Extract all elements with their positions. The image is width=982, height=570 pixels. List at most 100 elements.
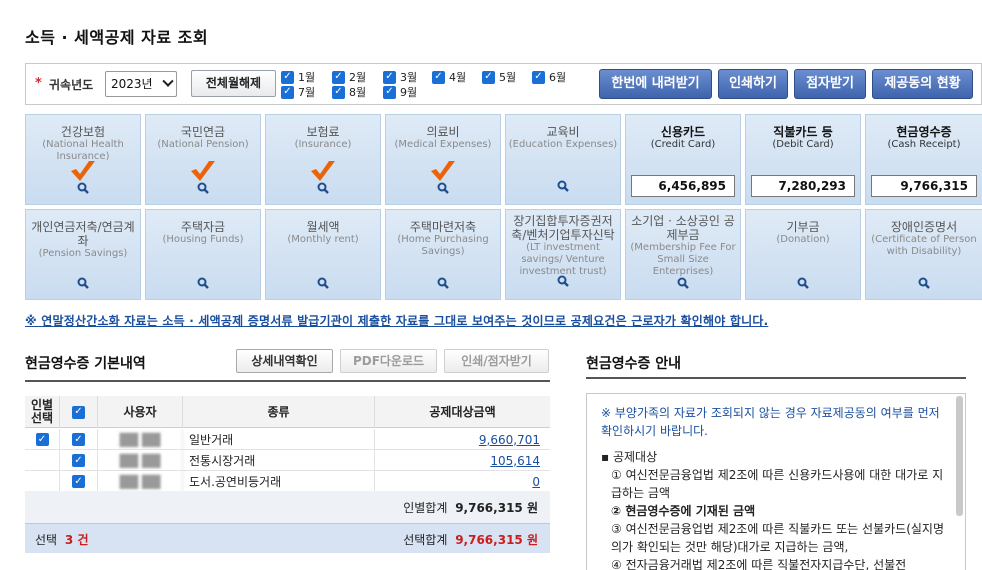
tile-national-pension[interactable]: 국민연금 (National Pension) bbox=[145, 114, 261, 205]
checkbox-checked-icon: ✓ bbox=[281, 85, 294, 99]
download-all-button[interactable]: 한번에 내려받기 bbox=[599, 69, 712, 99]
tile-home-purchasing-savings[interactable]: 주택마련저축 (Home Purchasing Savings) bbox=[385, 209, 501, 300]
scrollbar[interactable] bbox=[956, 396, 963, 516]
print-braille-button[interactable]: 인쇄/점자받기 bbox=[444, 349, 549, 373]
table-row: ✓ ✓ ██ ██ 일반거래 9,660,701 bbox=[25, 429, 550, 450]
guide-item-3: ③ 여신전문금융업법 제2조에 따른 직불카드 또는 선불카드(실지명의가 확인… bbox=[611, 522, 945, 554]
magnifier-icon bbox=[317, 182, 329, 194]
checkbox-checked-icon: ✓ bbox=[35, 433, 49, 446]
row-checkbox[interactable]: ✓ bbox=[60, 471, 98, 492]
credit-card-amount: 6,456,895 bbox=[631, 175, 735, 197]
magnifier-icon bbox=[918, 277, 930, 289]
month-checkbox-8[interactable]: ✓ 8월 bbox=[332, 85, 366, 99]
row-type: 일반거래 bbox=[183, 429, 375, 450]
filter-bar: * 귀속년도 2023년 전체월해제 ✓ 1월 ✓ 2월 ✓ 3월 ✓ 4월 ✓ 5월 ✓… bbox=[25, 63, 982, 105]
checkbox-checked-icon: ✓ bbox=[432, 70, 445, 84]
month-checkbox-4[interactable]: ✓ 4월 bbox=[432, 70, 466, 84]
tile-donation[interactable]: 기부금 (Donation) bbox=[745, 209, 861, 300]
guide-item-2: ② 현금영수증에 기재된 금액 bbox=[611, 504, 756, 518]
table-header: 인별 선택 ✓ 사용자 종류 공제대상금액 bbox=[25, 396, 550, 428]
checkbox-checked-icon: ✓ bbox=[383, 85, 396, 99]
consent-status-button[interactable]: 제공동의 현황 bbox=[872, 69, 973, 99]
month-checkbox-6[interactable]: ✓ 6월 bbox=[532, 70, 566, 84]
row-amount-link[interactable]: 9,660,701 bbox=[479, 433, 540, 447]
tile-disability-certificate[interactable]: 장애인증명서 (Certificate of Person with Disab… bbox=[865, 209, 982, 300]
row-amount-link[interactable]: 105,614 bbox=[490, 454, 540, 468]
tile-housing-funds[interactable]: 주택자금 (Housing Funds) bbox=[145, 209, 261, 300]
tile-cash-receipt[interactable]: 현금영수증 (Cash Receipt) 9,766,315 bbox=[865, 114, 982, 205]
tile-education-expenses[interactable]: 교육비 (Education Expenses) bbox=[505, 114, 621, 205]
magnifier-icon bbox=[677, 277, 689, 289]
section-title-basic: 현금영수증 기본내역 bbox=[25, 356, 146, 372]
guide-list-title: ▪ 공제대상 bbox=[601, 450, 658, 464]
checkbox-checked-icon: ✓ bbox=[332, 70, 345, 84]
checkbox-checked-icon: ✓ bbox=[281, 70, 294, 84]
cash-receipt-amount: 9,766,315 bbox=[871, 175, 977, 197]
chevron-down-icon bbox=[162, 75, 174, 87]
month-checkbox-5[interactable]: ✓ 5월 bbox=[482, 70, 516, 84]
magnifier-icon bbox=[437, 182, 449, 194]
select-label: 선택 bbox=[35, 533, 58, 547]
table-row: ✓ ██ ██ 도서.공연비등거래 0 bbox=[25, 471, 550, 492]
checkbox-checked-icon: ✓ bbox=[532, 70, 545, 84]
tile-small-business-fee[interactable]: 소기업 · 소상공인 공제부금 (Membership Fee For Smal… bbox=[625, 209, 741, 300]
checkbox-checked-icon: ✓ bbox=[383, 70, 396, 84]
row-type: 도서.공연비등거래 bbox=[183, 471, 375, 492]
header-type: 종류 bbox=[183, 396, 375, 428]
guide-item-4: ④ 전자금융거래법 제2조에 따른 직불전자지급수단, 선불전 bbox=[611, 558, 907, 570]
row-type: 전통시장거래 bbox=[183, 450, 375, 471]
tile-health-insurance[interactable]: 건강보험 (National Health Insurance) bbox=[25, 114, 141, 205]
magnifier-icon bbox=[797, 277, 809, 289]
guide-item-1: ① 여신전문금융업법 제2조에 따른 신용카드사용에 대한 대가로 지급하는 금… bbox=[611, 468, 944, 500]
row-checkbox[interactable]: ✓ bbox=[60, 429, 98, 450]
header-user: 사용자 bbox=[98, 396, 183, 428]
checkbox-checked-icon: ✓ bbox=[72, 475, 85, 488]
magnifier-icon bbox=[557, 275, 569, 287]
clear-months-button[interactable]: 전체월해제 bbox=[191, 70, 276, 97]
magnifier-icon bbox=[197, 277, 209, 289]
person-total-value: 9,766,315 원 bbox=[455, 501, 538, 515]
row-checkbox[interactable]: ✓ bbox=[60, 450, 98, 471]
required-mark: * bbox=[35, 76, 42, 91]
guide-box: ※ 부양가족의 자료가 조회되지 않는 경우 자료제공동의 여부를 먼저 확인하… bbox=[586, 393, 966, 570]
page-title: 소득 · 세액공제 자료 조회 bbox=[25, 28, 209, 47]
pdf-download-button[interactable]: PDF다운로드 bbox=[340, 349, 437, 373]
magnifier-icon bbox=[77, 277, 89, 289]
row-amount-link[interactable]: 0 bbox=[532, 475, 540, 489]
tile-debit-card[interactable]: 직불카드 등 (Debit Card) 7,280,293 bbox=[745, 114, 861, 205]
guide-divider bbox=[586, 377, 966, 379]
tile-credit-card[interactable]: 신용카드 (Credit Card) 6,456,895 bbox=[625, 114, 741, 205]
month-checkbox-7[interactable]: ✓ 7월 bbox=[281, 85, 315, 99]
year-select-value: 2023년 bbox=[111, 77, 153, 91]
tile-insurance[interactable]: 보험료 (Insurance) bbox=[265, 114, 381, 205]
row-user: ██ ██ bbox=[98, 429, 183, 450]
section-title-guide: 현금영수증 안내 bbox=[586, 356, 682, 372]
header-checkbox[interactable]: ✓ bbox=[60, 396, 98, 428]
magnifier-icon bbox=[77, 182, 89, 194]
year-select[interactable]: 2023년 bbox=[105, 71, 177, 97]
month-checkbox-3[interactable]: ✓ 3월 bbox=[383, 70, 417, 84]
select-total-label: 선택합계 bbox=[403, 533, 448, 547]
section-divider bbox=[25, 380, 550, 382]
month-checkbox-2[interactable]: ✓ 2월 bbox=[332, 70, 366, 84]
row-person-checkbox[interactable]: ✓ bbox=[25, 429, 60, 450]
table-row: ✓ ██ ██ 전통시장거래 105,614 bbox=[25, 450, 550, 471]
row-user: ██ ██ bbox=[98, 450, 183, 471]
checkbox-checked-icon: ✓ bbox=[72, 405, 85, 419]
checkbox-checked-icon: ✓ bbox=[332, 85, 345, 99]
notice-text: ※ 연말정산간소화 자료는 소득 · 세액공제 증명서류 발급기관이 제출한 자… bbox=[25, 314, 769, 328]
detail-view-button[interactable]: 상세내역확인 bbox=[236, 349, 333, 373]
tile-monthly-rent[interactable]: 월세액 (Monthly rent) bbox=[265, 209, 381, 300]
tile-medical-expenses[interactable]: 의료비 (Medical Expenses) bbox=[385, 114, 501, 205]
month-checkbox-9[interactable]: ✓ 9월 bbox=[383, 85, 417, 99]
magnifier-icon bbox=[197, 182, 209, 194]
select-total-value: 9,766,315 원 bbox=[455, 533, 538, 547]
print-button[interactable]: 인쇄하기 bbox=[718, 69, 788, 99]
selected-total-row: 선택 3 건 선택합계 9,766,315 원 bbox=[25, 523, 550, 553]
debit-card-amount: 7,280,293 bbox=[751, 175, 855, 197]
tile-pension-savings[interactable]: 개인연금저축/연금계좌 (Pension Savings) bbox=[25, 209, 141, 300]
guide-list: ▪ 공제대상 ① 여신전문금융업법 제2조에 따른 신용카드사용에 대한 대가로… bbox=[601, 448, 946, 570]
tile-investment-savings[interactable]: 장기집합투자증권저축/벤처기업투자신탁 (LT investment savin… bbox=[505, 209, 621, 300]
month-checkbox-1[interactable]: ✓ 1월 bbox=[281, 70, 315, 84]
braille-button[interactable]: 점자받기 bbox=[794, 69, 866, 99]
